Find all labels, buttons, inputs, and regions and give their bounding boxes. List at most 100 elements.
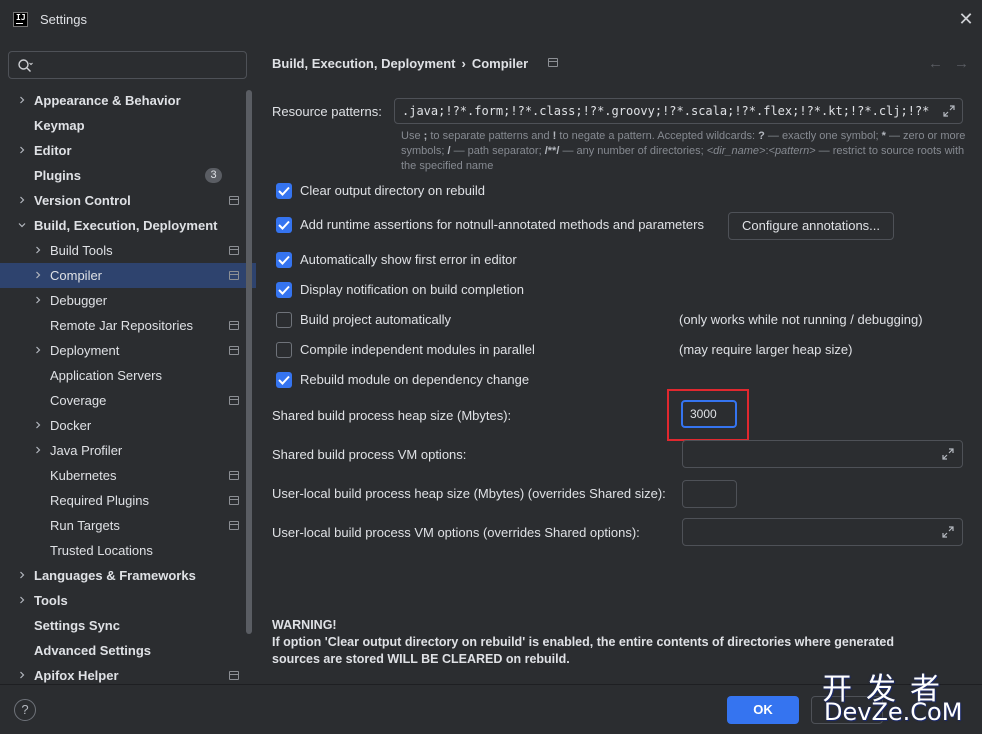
breadcrumb-parent[interactable]: Build, Execution, Deployment xyxy=(272,56,455,71)
sidebar-item-docker[interactable]: Docker xyxy=(0,413,256,438)
chevron-right-icon[interactable] xyxy=(18,571,26,579)
settings-sidebar: Appearance & Behavior Keymap Editor Plugins… xyxy=(0,40,256,684)
sidebar-item-label: Plugins xyxy=(34,168,81,183)
sidebar-item-label: Coverage xyxy=(50,393,107,408)
expand-icon[interactable] xyxy=(943,105,955,117)
sidebar-item-version-control[interactable]: Version Control xyxy=(0,188,256,213)
update-count-badge: 3 xyxy=(205,168,222,183)
checkmark-icon xyxy=(278,375,290,385)
checkmark-icon xyxy=(278,255,290,265)
chevron-right-icon[interactable] xyxy=(34,421,42,429)
user-heap-size-input[interactable] xyxy=(682,480,737,508)
search-input[interactable] xyxy=(39,56,239,74)
sidebar-item-compiler[interactable]: Compiler xyxy=(0,263,256,288)
sidebar-item-tools[interactable]: Tools xyxy=(0,588,256,613)
configure-annotations-button[interactable]: Configure annotations... xyxy=(728,212,894,240)
sidebar-item-deployment[interactable]: Deployment xyxy=(0,338,256,363)
sidebar-item-label: Deployment xyxy=(50,343,120,358)
chevron-down-icon[interactable] xyxy=(18,221,26,229)
sidebar-item-build-tools[interactable]: Build Tools xyxy=(0,238,256,263)
chevron-right-icon[interactable] xyxy=(34,446,42,454)
sidebar-scrollbar[interactable] xyxy=(246,90,252,634)
option-checkbox[interactable] xyxy=(276,183,292,199)
sidebar-item-kubernetes[interactable]: Kubernetes xyxy=(0,463,256,488)
sidebar-item-label: Application Servers xyxy=(50,368,162,383)
chevron-right-icon[interactable] xyxy=(34,346,42,354)
sidebar-item-plugins[interactable]: Plugins 3 xyxy=(0,163,256,188)
sidebar-item-application-servers[interactable]: Application Servers xyxy=(0,363,256,388)
sidebar-item-editor[interactable]: Editor xyxy=(0,138,256,163)
resource-patterns-input[interactable]: .java;!?*.form;!?*.class;!?*.groovy;!?*.… xyxy=(394,98,963,124)
option-label[interactable]: Compile independent modules in parallel xyxy=(300,342,535,357)
checkmark-icon xyxy=(278,220,290,230)
chevron-right-icon[interactable] xyxy=(34,271,42,279)
forward-arrow-icon[interactable]: → xyxy=(954,55,969,72)
title-bar: IJ Settings ✕ xyxy=(0,0,982,40)
sidebar-item-settings-sync[interactable]: Settings Sync xyxy=(0,613,256,638)
breadcrumb-current: Compiler xyxy=(471,56,529,71)
chevron-right-icon[interactable] xyxy=(18,671,26,679)
project-level-icon xyxy=(229,346,239,355)
sidebar-item-remote-jar-repositories[interactable]: Remote Jar Repositories xyxy=(0,313,256,338)
option-checkbox[interactable] xyxy=(276,252,292,268)
sidebar-item-keymap[interactable]: Keymap xyxy=(0,113,256,138)
sidebar-item-advanced-settings[interactable]: Advanced Settings xyxy=(0,638,256,663)
sidebar-item-trusted-locations[interactable]: Trusted Locations xyxy=(0,538,256,563)
vm-options-input[interactable] xyxy=(682,440,963,468)
resource-patterns-hint: Use ; to separate patterns and ! to nega… xyxy=(401,130,966,172)
chevron-right-icon[interactable] xyxy=(18,596,26,604)
chevron-right-icon[interactable] xyxy=(34,246,42,254)
sidebar-item-debugger[interactable]: Debugger xyxy=(0,288,256,313)
close-icon[interactable]: ✕ xyxy=(958,10,974,28)
sidebar-item-label: Version Control xyxy=(34,193,131,208)
user-heap-size-label: User-local build process heap size (Mbyt… xyxy=(272,486,666,501)
sidebar-item-run-targets[interactable]: Run Targets xyxy=(0,513,256,538)
sidebar-item-required-plugins[interactable]: Required Plugins xyxy=(0,488,256,513)
expand-icon[interactable] xyxy=(942,526,954,538)
resource-patterns-label: Resource patterns: xyxy=(272,104,382,119)
option-label[interactable]: Display notification on build completion xyxy=(300,282,524,297)
expand-icon[interactable] xyxy=(942,448,954,460)
sidebar-item-coverage[interactable]: Coverage xyxy=(0,388,256,413)
search-icon xyxy=(18,59,33,72)
project-level-icon xyxy=(229,246,239,255)
option-checkbox[interactable] xyxy=(276,312,292,328)
option-label[interactable]: Rebuild module on dependency change xyxy=(300,372,529,387)
option-checkbox[interactable] xyxy=(276,372,292,388)
sidebar-item-label: Docker xyxy=(50,418,92,433)
chevron-right-icon[interactable] xyxy=(18,96,26,104)
option-checkbox[interactable] xyxy=(276,342,292,358)
settings-tree: Appearance & Behavior Keymap Editor Plugins… xyxy=(0,88,256,688)
sidebar-item-build-execution-deployment[interactable]: Build, Execution, Deployment xyxy=(0,213,256,238)
project-level-icon xyxy=(229,471,239,480)
option-checkbox[interactable] xyxy=(276,217,292,233)
sidebar-item-label: Debugger xyxy=(50,293,108,308)
option-label[interactable]: Build project automatically xyxy=(300,312,451,327)
sidebar-item-label: Build, Execution, Deployment xyxy=(34,218,218,233)
sidebar-item-label: Trusted Locations xyxy=(50,543,153,558)
sidebar-item-label: Languages & Frameworks xyxy=(34,568,196,583)
ok-button[interactable]: OK xyxy=(727,696,799,724)
back-arrow-icon[interactable]: ← xyxy=(928,55,943,72)
chevron-right-icon[interactable] xyxy=(18,146,26,154)
project-level-icon xyxy=(548,58,558,67)
sidebar-item-label: Compiler xyxy=(50,268,103,283)
sidebar-item-label: Appearance & Behavior xyxy=(34,93,181,108)
sidebar-item-languages-frameworks[interactable]: Languages & Frameworks xyxy=(0,563,256,588)
chevron-right-icon[interactable] xyxy=(18,196,26,204)
user-vm-options-input[interactable] xyxy=(682,518,963,546)
help-icon[interactable]: ? xyxy=(14,699,36,721)
sidebar-item-appearance-behavior[interactable]: Appearance & Behavior xyxy=(0,88,256,113)
sidebar-item-label: Remote Jar Repositories xyxy=(50,318,194,333)
option-label[interactable]: Add runtime assertions for notnull-annot… xyxy=(300,217,704,232)
heap-size-label: Shared build process heap size (Mbytes): xyxy=(272,408,512,423)
option-label[interactable]: Automatically show first error in editor xyxy=(300,252,517,267)
chevron-right-icon[interactable] xyxy=(34,296,42,304)
resource-patterns-value: .java;!?*.form;!?*.class;!?*.groovy;!?*.… xyxy=(402,104,932,118)
sidebar-item-label: Run Targets xyxy=(50,518,120,533)
search-box[interactable] xyxy=(8,51,247,79)
option-checkbox[interactable] xyxy=(276,282,292,298)
sidebar-item-label: Keymap xyxy=(34,118,85,133)
sidebar-item-java-profiler[interactable]: Java Profiler xyxy=(0,438,256,463)
option-label[interactable]: Clear output directory on rebuild xyxy=(300,183,485,198)
